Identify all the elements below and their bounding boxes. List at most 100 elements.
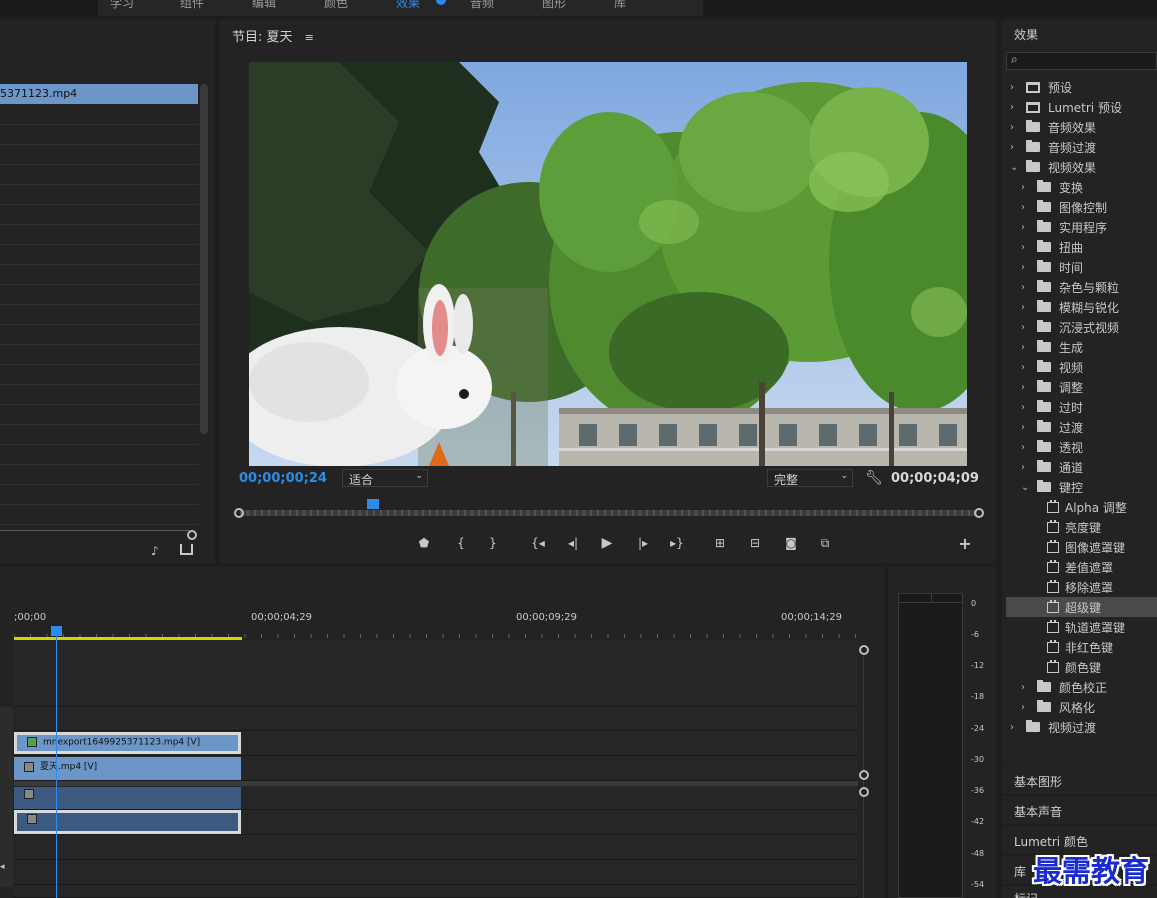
wrench-icon[interactable]: 🔧︎ [865, 470, 883, 486]
effects-item[interactable]: › 音频效果 [1010, 117, 1157, 137]
effects-item[interactable]: › Lumetri 预设 [1010, 97, 1157, 117]
export-frame-icon[interactable]: ◙ [782, 535, 800, 551]
zoom-slider-handle[interactable] [187, 530, 197, 540]
effects-item[interactable]: › 实用程序 [1021, 217, 1157, 237]
chevron-right-icon[interactable]: › [1021, 362, 1033, 373]
chevron-right-icon[interactable]: › [1021, 402, 1033, 413]
chevron-right-icon[interactable]: › [1021, 702, 1033, 713]
chevron-down-icon[interactable]: ⌄ [1021, 482, 1033, 493]
project-item-selected[interactable]: 5371123.mp4 [0, 84, 198, 104]
effects-item[interactable]: 轨道遮罩键 [1047, 617, 1157, 637]
chevron-right-icon[interactable]: › [1021, 442, 1033, 453]
timeline-clip[interactable]: 夏天.mp4 [V] [14, 757, 241, 780]
effects-panel-title[interactable]: 效果 [1014, 26, 1038, 43]
chevron-right-icon[interactable]: › [1021, 342, 1033, 353]
effects-item[interactable]: › 杂色与颗粒 [1021, 277, 1157, 297]
chevron-right-icon[interactable]: › [1021, 462, 1033, 473]
effects-item[interactable]: › 沉浸式视频 [1021, 317, 1157, 337]
chevron-right-icon[interactable]: › [1010, 82, 1022, 93]
effects-item[interactable]: 移除遮罩 [1047, 577, 1157, 597]
go-to-out-icon[interactable]: ▸} [668, 535, 686, 551]
effects-item[interactable]: › 时间 [1021, 257, 1157, 277]
effects-item[interactable]: › 生成 [1021, 337, 1157, 357]
effects-item[interactable]: Alpha 调整 [1047, 497, 1157, 517]
chevron-right-icon[interactable]: › [1010, 102, 1022, 113]
workspace-tab-editing[interactable]: 编辑 [252, 0, 276, 11]
zoom-level-select[interactable]: 适合 ⌄ [342, 469, 428, 487]
chevron-right-icon[interactable]: › [1021, 322, 1033, 333]
workspace-tab-audio[interactable]: 音频 [470, 0, 494, 11]
track-a3[interactable] [14, 860, 858, 885]
effects-item[interactable]: › 颜色校正 [1021, 677, 1157, 697]
effects-item[interactable]: › 扭曲 [1021, 237, 1157, 257]
workspace-tab-assembly[interactable]: 组件 [180, 0, 204, 11]
effects-search-input[interactable]: ⌕ [1006, 52, 1157, 70]
effects-item[interactable]: › 透视 [1021, 437, 1157, 457]
effects-item[interactable]: › 调整 [1021, 377, 1157, 397]
timeline-clip[interactable] [14, 810, 241, 834]
panel-essential-sound[interactable]: 基本声音 [1002, 796, 1157, 824]
project-scrollbar[interactable] [200, 84, 208, 434]
effects-item[interactable]: › 通道 [1021, 457, 1157, 477]
effects-item[interactable]: › 模糊与锐化 [1021, 297, 1157, 317]
chevron-down-icon[interactable]: ⌄ [1010, 162, 1022, 173]
effects-item[interactable]: 非红色键 [1047, 637, 1157, 657]
go-to-in-icon[interactable]: {◂ [529, 535, 547, 551]
effects-item[interactable]: › 图像控制 [1021, 197, 1157, 217]
timeline-playhead-handle[interactable] [51, 626, 62, 636]
scroll-left-icon[interactable]: ◂ [0, 862, 5, 872]
effects-item[interactable]: › 视频过渡 [1010, 717, 1157, 737]
effects-item[interactable]: ⌄ 键控 [1021, 477, 1157, 497]
scrubber-out-handle[interactable] [974, 508, 984, 518]
effects-item[interactable]: 颜色键 [1047, 657, 1157, 677]
effects-item[interactable]: 亮度键 [1047, 517, 1157, 537]
chevron-right-icon[interactable]: › [1021, 282, 1033, 293]
timeline-scroll-handle[interactable] [859, 645, 869, 655]
chevron-right-icon[interactable]: › [1021, 682, 1033, 693]
workspace-tab-graphics[interactable]: 图形 [542, 0, 566, 11]
chevron-right-icon[interactable]: › [1021, 382, 1033, 393]
panel-essential-graphics[interactable]: 基本图形 [1002, 766, 1157, 794]
extract-icon[interactable]: ⊟ [746, 535, 764, 551]
chevron-right-icon[interactable]: › [1021, 202, 1033, 213]
mark-out-icon[interactable]: } [484, 535, 502, 551]
chevron-right-icon[interactable]: › [1021, 302, 1033, 313]
effects-item[interactable]: 差值遮罩 [1047, 557, 1157, 577]
chevron-right-icon[interactable]: › [1010, 722, 1022, 733]
timeline-playhead-line[interactable] [56, 626, 57, 898]
playback-resolution-select[interactable]: 完整 ⌄ [767, 469, 853, 487]
timeline-clip[interactable] [14, 787, 241, 809]
workspace-tab-color[interactable]: 颜色 [324, 0, 348, 11]
current-timecode[interactable]: 00;00;00;24 [239, 471, 327, 486]
panel-menu-icon[interactable]: ≡ [305, 31, 314, 44]
lift-icon[interactable]: ⊞ [711, 535, 729, 551]
program-scrubber[interactable] [234, 506, 984, 520]
chevron-right-icon[interactable]: › [1021, 222, 1033, 233]
track-v4[interactable] [14, 707, 858, 731]
workspace-tab-libraries[interactable]: 库 [614, 0, 626, 11]
program-monitor-title[interactable]: 节目: 夏天 ≡ [232, 26, 314, 45]
timeline-scroll-handle[interactable] [859, 787, 869, 797]
effects-item[interactable]: ⌄ 视频效果 [1010, 157, 1157, 177]
chevron-right-icon[interactable]: › [1021, 422, 1033, 433]
workspace-tab-learn[interactable]: 学习 [110, 0, 134, 11]
new-bin-icon[interactable] [180, 544, 193, 555]
effects-item[interactable]: › 预设 [1010, 77, 1157, 97]
comparison-view-icon[interactable]: ⧉ [816, 535, 834, 551]
effects-item[interactable]: › 过渡 [1021, 417, 1157, 437]
chevron-right-icon[interactable]: › [1021, 242, 1033, 253]
track-a2[interactable] [14, 835, 858, 860]
track-a4[interactable] [14, 885, 858, 898]
program-playhead[interactable] [367, 499, 380, 509]
timeline-scroll-handle[interactable] [859, 770, 869, 780]
play-icon[interactable]: ▶ [598, 535, 616, 551]
effects-item[interactable]: › 视频 [1021, 357, 1157, 377]
mark-in-icon[interactable]: { [452, 535, 470, 551]
chevron-right-icon[interactable]: › [1010, 142, 1022, 153]
effects-item[interactable]: › 风格化 [1021, 697, 1157, 717]
timeline-clip[interactable]: mnexport1649925371123.mp4 [V] [14, 732, 241, 754]
effects-item[interactable]: › 过时 [1021, 397, 1157, 417]
chevron-right-icon[interactable]: › [1021, 262, 1033, 273]
chevron-right-icon[interactable]: › [1021, 182, 1033, 193]
step-back-icon[interactable]: ◂| [564, 535, 582, 551]
